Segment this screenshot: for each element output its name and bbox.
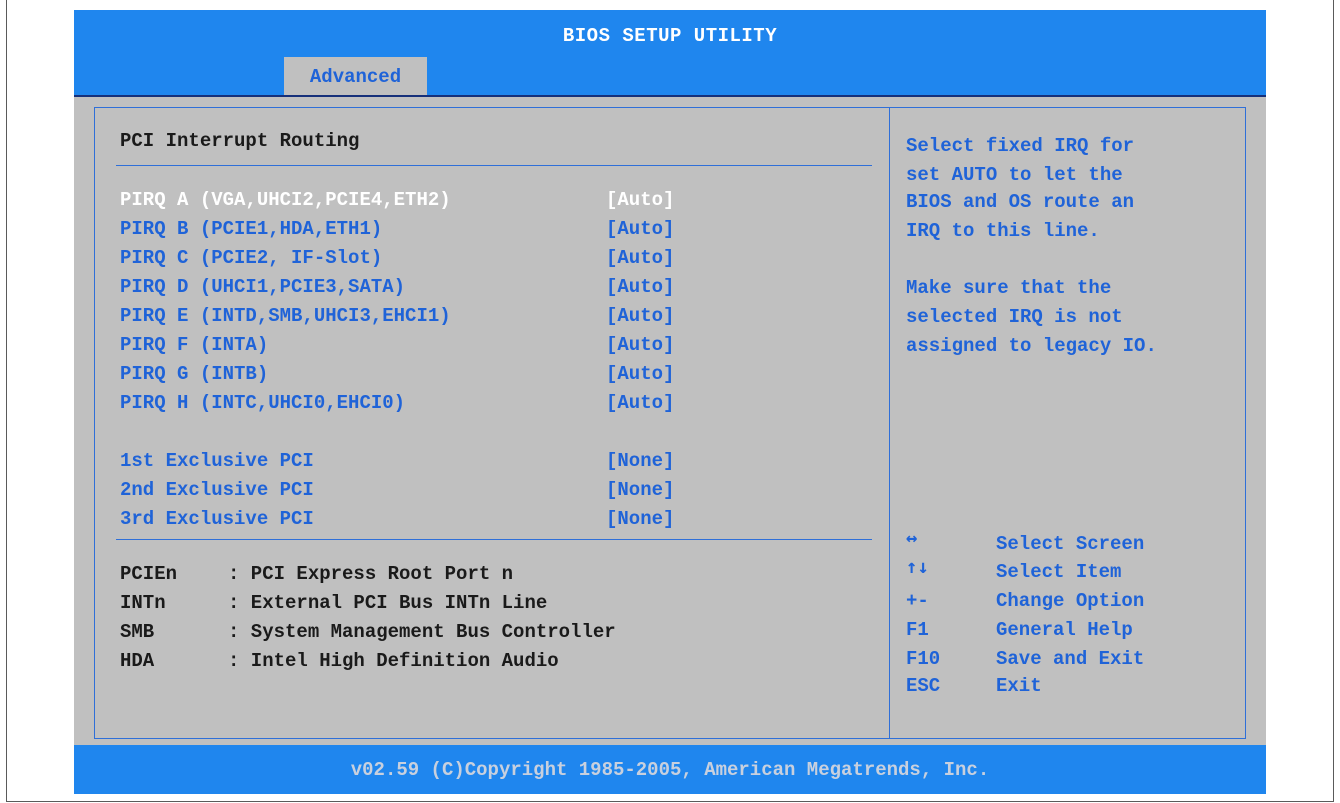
left-right-arrow-icon: ↔: [906, 527, 918, 549]
pirq-g-value[interactable]: [Auto]: [606, 364, 674, 384]
pirq-h-label[interactable]: PIRQ H (INTC,UHCI0,EHCI0): [120, 393, 405, 413]
exclusive-pci-2-value[interactable]: [None]: [606, 480, 674, 500]
pirq-f-value[interactable]: [Auto]: [606, 335, 674, 355]
key-action-general-help: General Help: [996, 619, 1133, 641]
pirq-e-value[interactable]: [Auto]: [606, 306, 674, 326]
exclusive-pci-3-value[interactable]: [None]: [606, 509, 674, 529]
legend-desc: : Intel High Definition Audio: [228, 650, 559, 672]
help-text-line: Make sure that the: [906, 277, 1112, 299]
key-f10: F10: [906, 648, 941, 670]
legend-desc: : System Management Bus Controller: [228, 621, 616, 643]
pirq-h-value[interactable]: [Auto]: [606, 393, 674, 413]
exclusive-pci-3-label[interactable]: 3rd Exclusive PCI: [120, 509, 314, 529]
help-divider: [889, 107, 890, 739]
key-f1: F1: [906, 619, 929, 641]
bios-screen: BIOS SETUP UTILITY Advanced PCI Interrup…: [74, 10, 1266, 794]
legend-abbr: PCIEn: [120, 563, 178, 585]
legend-abbr: HDA: [120, 650, 155, 672]
tab-bar: Advanced: [74, 53, 1266, 97]
key-plus-minus: +-: [906, 590, 929, 612]
help-text-line: set AUTO to let the: [906, 164, 1123, 186]
legend-separator: [116, 539, 872, 540]
pirq-b-value[interactable]: [Auto]: [606, 219, 674, 239]
pirq-c-label[interactable]: PIRQ C (PCIE2, IF-Slot): [120, 248, 382, 268]
key-action-select-screen: Select Screen: [996, 533, 1145, 555]
legend-abbr: SMB: [120, 621, 155, 643]
section-heading: PCI Interrupt Routing: [120, 130, 360, 152]
help-text-line: IRQ to this line.: [906, 220, 1100, 242]
legend-desc: : External PCI Bus INTn Line: [228, 592, 548, 614]
legend-abbr: INTn: [120, 592, 166, 614]
up-down-arrow-icon: ↑↓: [906, 556, 929, 578]
key-action-exit: Exit: [996, 675, 1042, 697]
pirq-f-label[interactable]: PIRQ F (INTA): [120, 335, 268, 355]
pirq-d-value[interactable]: [Auto]: [606, 277, 674, 297]
help-text-line: assigned to legacy IO.: [906, 335, 1157, 357]
pirq-e-label[interactable]: PIRQ E (INTD,SMB,UHCI3,EHCI1): [120, 306, 451, 326]
heading-separator: [116, 165, 872, 166]
exclusive-pci-1-value[interactable]: [None]: [606, 451, 674, 471]
key-action-select-item: Select Item: [996, 561, 1122, 583]
title-bar: BIOS SETUP UTILITY: [74, 10, 1266, 53]
legend-desc: : PCI Express Root Port n: [228, 563, 514, 585]
help-text-line: BIOS and OS route an: [906, 191, 1135, 213]
key-action-change-option: Change Option: [996, 590, 1145, 612]
pirq-b-label[interactable]: PIRQ B (PCIE1,HDA,ETH1): [120, 219, 382, 239]
pirq-a-value[interactable]: [Auto]: [606, 190, 674, 210]
pirq-d-label[interactable]: PIRQ D (UHCI1,PCIE3,SATA): [120, 277, 405, 297]
tab-advanced[interactable]: Advanced: [284, 57, 427, 95]
key-action-save-exit: Save and Exit: [996, 648, 1145, 670]
pirq-c-value[interactable]: [Auto]: [606, 248, 674, 268]
pirq-g-label[interactable]: PIRQ G (INTB): [120, 364, 268, 384]
copyright-footer: v02.59 (C)Copyright 1985-2005, American …: [74, 745, 1266, 794]
exclusive-pci-1-label[interactable]: 1st Exclusive PCI: [120, 451, 314, 471]
help-text-line: selected IRQ is not: [906, 306, 1123, 328]
exclusive-pci-2-label[interactable]: 2nd Exclusive PCI: [120, 480, 314, 500]
pirq-a-label[interactable]: PIRQ A (VGA,UHCI2,PCIE4,ETH2): [120, 190, 451, 210]
help-text-line: Select fixed IRQ for: [906, 135, 1135, 157]
key-esc: ESC: [906, 675, 941, 697]
